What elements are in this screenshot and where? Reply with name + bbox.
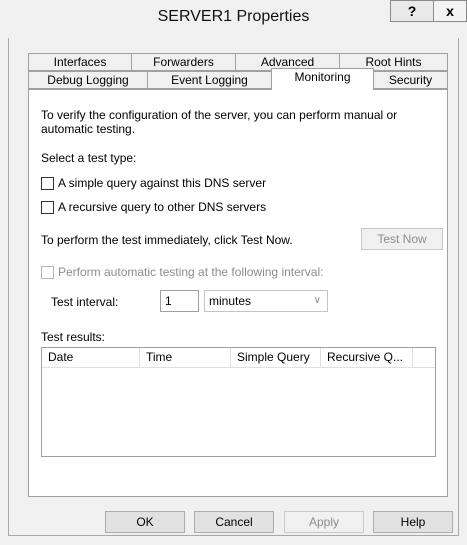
apply-button[interactable]: Apply xyxy=(284,511,364,533)
column-header-date[interactable]: Date xyxy=(42,348,140,368)
column-header-recursive-query[interactable]: Recursive Q... xyxy=(321,348,413,368)
properties-dialog: SERVER1 Properties ? x Interfaces Forwar… xyxy=(0,0,467,545)
test-interval-label: Test interval: xyxy=(51,295,119,309)
cancel-button[interactable]: Cancel xyxy=(194,511,274,533)
tab-forwarders[interactable]: Forwarders xyxy=(131,53,236,71)
test-results-list[interactable]: Date Time Simple Query Recursive Q... xyxy=(41,347,436,457)
column-header-filler xyxy=(413,348,435,368)
test-now-instruction: To perform the test immediately, click T… xyxy=(41,233,293,247)
recursive-query-label[interactable]: A recursive query to other DNS servers xyxy=(58,200,266,214)
tab-event-logging[interactable]: Event Logging xyxy=(147,71,272,89)
test-results-label: Test results: xyxy=(41,330,106,344)
chevron-down-icon: ∨ xyxy=(313,295,321,306)
column-header-time[interactable]: Time xyxy=(140,348,231,368)
close-icon[interactable]: x xyxy=(433,0,467,22)
test-interval-input[interactable]: 1 xyxy=(160,290,199,312)
title-bar[interactable]: SERVER1 Properties ? x xyxy=(0,0,467,38)
simple-query-checkbox[interactable] xyxy=(41,177,54,190)
tab-debug-logging[interactable]: Debug Logging xyxy=(28,71,148,89)
ok-button[interactable]: OK xyxy=(105,511,185,533)
frame-bottom-border xyxy=(8,535,459,536)
automatic-testing-checkbox[interactable] xyxy=(41,266,54,279)
simple-query-label[interactable]: A simple query against this DNS server xyxy=(58,176,266,190)
select-test-type-label: Select a test type: xyxy=(41,151,137,165)
column-header-simple-query[interactable]: Simple Query xyxy=(231,348,321,368)
monitoring-panel: To verify the configuration of the serve… xyxy=(28,89,448,497)
tab-security[interactable]: Security xyxy=(373,71,448,89)
frame-left-border xyxy=(8,38,9,536)
tab-interfaces[interactable]: Interfaces xyxy=(28,53,132,71)
help-button[interactable]: Help xyxy=(373,511,453,533)
interval-unit-value: minutes xyxy=(209,294,252,308)
tab-monitoring[interactable]: Monitoring xyxy=(271,68,374,90)
intro-text-line2: automatic testing. xyxy=(41,122,136,136)
automatic-testing-label[interactable]: Perform automatic testing at the followi… xyxy=(58,265,323,279)
test-now-button[interactable]: Test Now xyxy=(361,228,443,250)
intro-text-line1: To verify the configuration of the serve… xyxy=(41,108,398,122)
help-title-button[interactable]: ? xyxy=(390,0,434,22)
recursive-query-checkbox[interactable] xyxy=(41,201,54,214)
interval-unit-select[interactable]: minutes ∨ xyxy=(204,290,328,312)
frame-right-border xyxy=(458,38,459,536)
